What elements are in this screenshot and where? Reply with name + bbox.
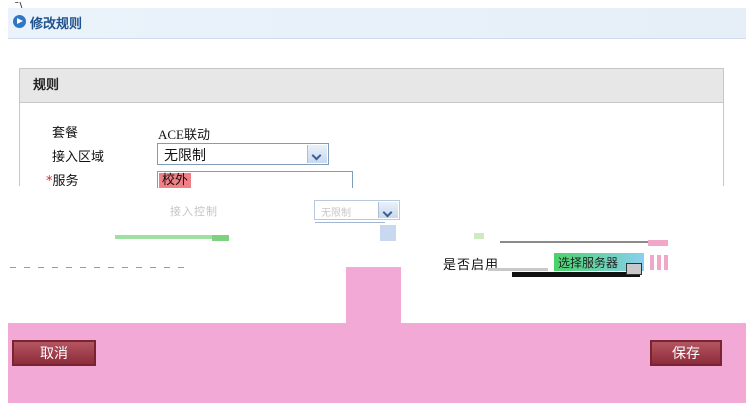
package-value: ACE联动 [158,127,211,142]
glitch-block [474,233,484,239]
glitch-line [488,268,548,271]
access-control-label: 接入控制 [170,205,218,218]
glitch-block [346,267,401,325]
footer-bar [8,323,746,403]
title-bar [8,8,746,39]
chevron-down-icon[interactable] [378,202,398,218]
arrow-circle-icon [13,15,26,28]
glitch-line [512,272,640,277]
glitch-line [500,241,650,243]
rule-panel: 规则 [19,68,724,186]
save-button[interactable]: 保存 [650,340,722,366]
glitch-block [380,225,396,241]
service-label: *服务 [46,174,79,189]
panel-title: 规则 [20,69,723,103]
package-label: 套餐 [52,126,79,141]
glitch-block [626,263,642,275]
service-field[interactable]: 校外 [157,171,353,188]
page-title: 修改规则 [30,17,83,32]
glitch-block [212,235,229,241]
access-area-value: 无限制 [164,148,206,164]
access-control-value: 无限制 [321,208,351,219]
glitch-block [648,240,668,246]
access-area-label: 接入区域 [52,150,105,165]
glitch-block [650,255,670,270]
glitch-line [315,222,385,223]
service-tag: 校外 [159,173,192,188]
glitch-line [10,267,190,268]
cancel-button[interactable]: 取消 [12,340,96,366]
chevron-down-icon[interactable] [307,145,327,163]
access-control-select[interactable]: 无限制 [314,200,400,220]
access-area-select[interactable]: 无限制 [157,143,329,165]
